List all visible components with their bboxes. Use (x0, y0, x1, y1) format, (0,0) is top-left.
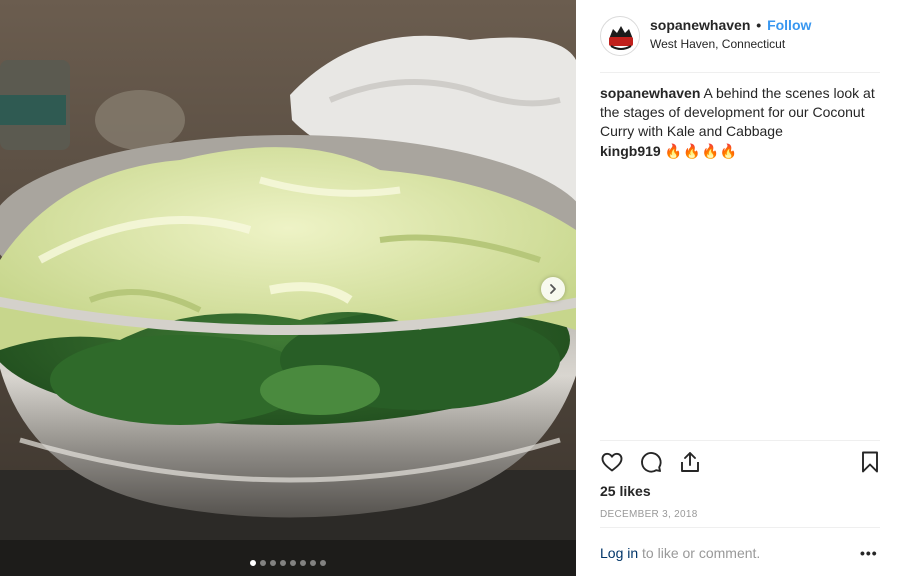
carousel-dot (290, 560, 296, 566)
header-username[interactable]: sopanewhaven (650, 17, 750, 33)
post-caption: sopanewhaven A behind the scenes look at… (600, 84, 882, 141)
login-link[interactable]: Log in (600, 545, 638, 561)
likes-count[interactable]: 25 likes (600, 483, 651, 499)
comment-icon (641, 452, 662, 473)
post-header: sopanewhaven • Follow West Haven, Connec… (576, 0, 900, 72)
carousel-dot (250, 560, 256, 566)
separator-dot: • (756, 17, 762, 33)
caption-username[interactable]: sopanewhaven (600, 85, 700, 101)
bookmark-icon (862, 451, 878, 473)
post-details-panel: sopanewhaven • Follow West Haven, Connec… (576, 0, 900, 576)
carousel-dot (260, 560, 266, 566)
divider (600, 440, 880, 441)
login-prompt-text: to like or comment. (638, 545, 761, 561)
location-link[interactable]: West Haven, Connecticut (650, 37, 785, 51)
follow-button[interactable]: Follow (767, 17, 811, 33)
save-button[interactable] (858, 450, 882, 474)
share-button[interactable] (678, 450, 702, 474)
sopa-logo-icon (602, 18, 639, 55)
divider (600, 72, 880, 73)
avatar[interactable] (600, 16, 640, 56)
comment-username[interactable]: kingb919 (600, 143, 661, 159)
more-options-button[interactable]: ••• (860, 545, 878, 561)
carousel-dot (300, 560, 306, 566)
header-user-line: sopanewhaven • Follow (650, 17, 811, 33)
comment-text: 🔥🔥🔥🔥 (664, 143, 739, 159)
post-actions (600, 450, 882, 476)
carousel-dot (270, 560, 276, 566)
post-photo[interactable] (0, 0, 576, 576)
chevron-right-icon (550, 284, 556, 294)
next-photo-button[interactable] (541, 277, 565, 301)
like-button[interactable] (600, 450, 624, 474)
carousel-dot (280, 560, 286, 566)
share-icon (681, 452, 699, 472)
login-prompt: Log in to like or comment. (600, 545, 882, 561)
comment-item: kingb919 🔥🔥🔥🔥 (600, 142, 882, 161)
divider (600, 527, 880, 528)
heart-icon (601, 452, 623, 472)
carousel-indicator (0, 560, 576, 566)
carousel-dot (310, 560, 316, 566)
cabbage-kale-bowl-image (0, 0, 576, 576)
comment-button[interactable] (639, 450, 663, 474)
carousel-dot (320, 560, 326, 566)
post-date: December 3, 2018 (600, 509, 698, 520)
